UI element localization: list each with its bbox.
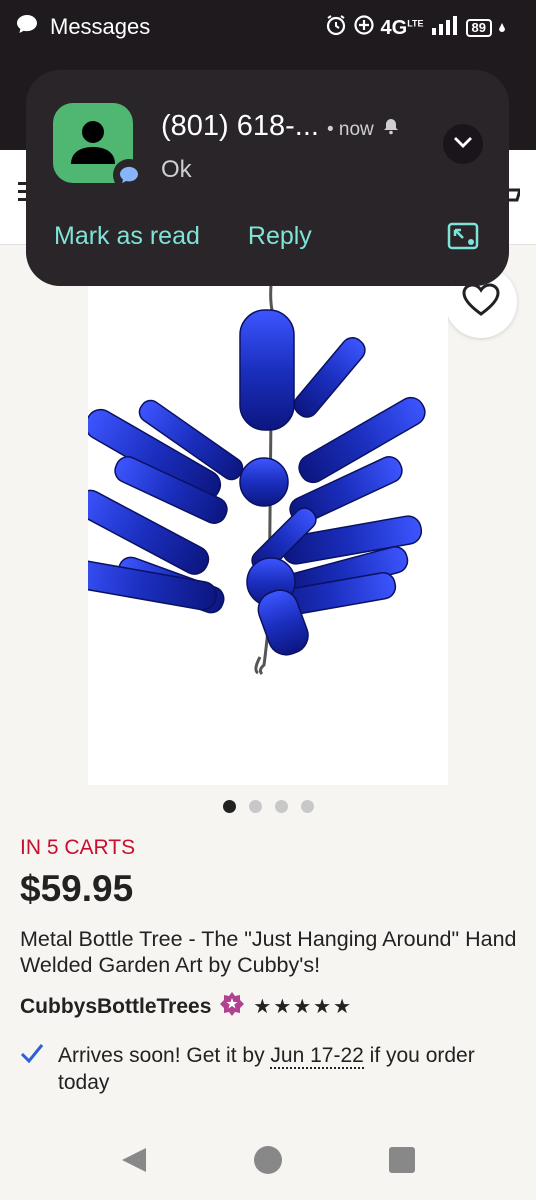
home-icon[interactable] [252, 1144, 284, 1181]
message-bubble-icon [16, 14, 38, 40]
product-price: $59.95 [20, 868, 134, 909]
data-saver-icon [353, 14, 375, 42]
charging-drop-icon [498, 17, 506, 40]
contact-avatar [53, 103, 145, 191]
chevron-down-icon [453, 135, 473, 153]
carousel-dot[interactable] [300, 800, 314, 813]
carousel-dot[interactable] [274, 800, 288, 813]
star-seller-badge-icon [219, 991, 245, 1022]
messages-badge-icon [113, 159, 145, 191]
shop-name-link[interactable]: CubbysBottleTrees [20, 995, 211, 1019]
heart-icon [462, 282, 500, 322]
image-carousel-dots [0, 800, 536, 813]
alarm-icon [325, 14, 347, 42]
status-app-name: Messages [50, 14, 151, 39]
in-carts-label: IN 5 CARTS [20, 836, 136, 859]
status-bar: Messages 4GLTE 89 [0, 0, 536, 58]
recents-icon[interactable] [388, 1146, 416, 1179]
carousel-dot[interactable] [222, 800, 236, 813]
delivery-date[interactable]: Jun 17-22 [270, 1044, 364, 1069]
bell-muted-icon [382, 110, 400, 143]
delivery-info: Arrives soon! Get it by Jun 17-22 if you… [20, 1042, 498, 1096]
shop-row: CubbysBottleTrees ★★★★★ [20, 991, 353, 1022]
notification-sender: (801) 618-... [161, 110, 319, 142]
message-notification[interactable]: (801) 618-... • now Ok Mark as read Repl… [26, 70, 509, 286]
delivery-prefix: Arrives soon! Get it by [58, 1044, 265, 1067]
carousel-dot[interactable] [248, 800, 262, 813]
screen-share-icon [447, 222, 479, 250]
product-title: Metal Bottle Tree - The "Just Hanging Ar… [20, 927, 517, 977]
back-icon[interactable] [118, 1144, 150, 1181]
system-nav-bar [0, 1120, 536, 1200]
reply-button[interactable]: Reply [248, 222, 312, 251]
product-image[interactable] [67, 270, 448, 785]
bottle-tree-image [67, 284, 426, 676]
checkmark-icon [20, 1042, 44, 1096]
notification-time: • now [326, 119, 374, 140]
network-type: 4GLTE [380, 16, 424, 39]
rating-stars[interactable]: ★★★★★ [253, 994, 353, 1019]
mark-as-read-button[interactable]: Mark as read [54, 222, 200, 251]
notification-message: Ok [161, 156, 192, 183]
battery-indicator: 89 [465, 19, 492, 37]
picture-in-picture-button[interactable] [447, 222, 479, 255]
expand-notification-button[interactable] [443, 124, 483, 164]
signal-icon [430, 14, 460, 42]
